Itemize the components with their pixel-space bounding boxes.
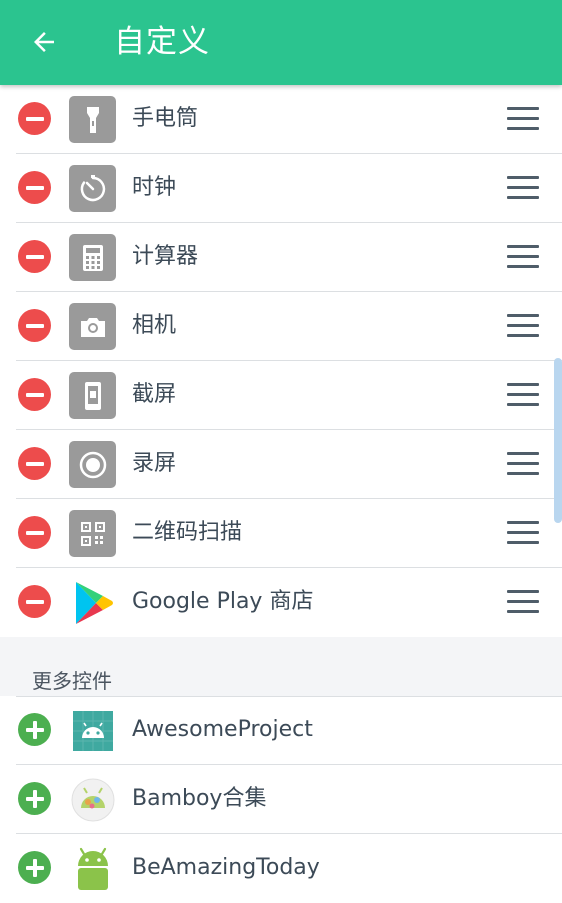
remove-button[interactable] [18, 309, 51, 342]
remove-button[interactable] [18, 447, 51, 480]
drag-handle-icon[interactable] [507, 521, 539, 545]
item-label: 截屏 [132, 382, 177, 407]
drag-handle-icon[interactable] [507, 452, 539, 476]
google-play-icon [69, 579, 116, 626]
item-label: 计算器 [132, 244, 199, 269]
item-label: 相机 [132, 313, 177, 338]
list-item: BeAmazingToday [0, 834, 562, 903]
drag-handle-icon[interactable] [507, 590, 539, 614]
camera-icon [69, 303, 116, 350]
remove-button[interactable] [18, 585, 51, 618]
remove-button[interactable] [18, 102, 51, 135]
drag-handle-icon[interactable] [507, 176, 539, 200]
list-item: 二维码扫描 [0, 499, 562, 568]
item-label: 手电筒 [132, 106, 199, 131]
list-item: 相机 [0, 292, 562, 361]
flashlight-icon [69, 96, 116, 143]
list-item: 截屏 [0, 361, 562, 430]
back-button[interactable] [24, 22, 64, 62]
android-robot-icon [69, 845, 116, 892]
android-app-icon [69, 707, 116, 754]
drag-handle-icon[interactable] [507, 107, 539, 131]
drag-handle-icon[interactable] [507, 245, 539, 269]
item-label: Google Play 商店 [132, 589, 314, 614]
remove-button[interactable] [18, 516, 51, 549]
add-button[interactable] [18, 713, 51, 746]
app-bar: 自定义 [0, 0, 562, 85]
screenshot-icon [69, 372, 116, 419]
drag-handle-icon[interactable] [507, 383, 539, 407]
list-item: 计算器 [0, 223, 562, 292]
add-button[interactable] [18, 782, 51, 815]
remove-button[interactable] [18, 240, 51, 273]
list-item: 手电筒 [0, 85, 562, 154]
item-label: 录屏 [132, 451, 177, 476]
add-button[interactable] [18, 851, 51, 884]
more-controls-list: AwesomeProject Bamboy合集 BeAmazingToday [0, 696, 562, 903]
list-item: Bamboy合集 [0, 765, 562, 834]
active-controls-list: 手电筒 时钟 计算器 相机 截屏 录屏 二维码扫描 Google Play 商店 [0, 85, 562, 637]
timer-icon [69, 165, 116, 212]
list-item: 时钟 [0, 154, 562, 223]
screen-record-icon [69, 441, 116, 488]
item-label: AwesomeProject [132, 717, 313, 742]
arrow-left-icon [34, 32, 54, 52]
page-title: 自定义 [114, 24, 210, 60]
list-item: Google Play 商店 [0, 568, 562, 637]
scrollbar[interactable] [554, 358, 562, 523]
list-item: 录屏 [0, 430, 562, 499]
qr-scan-icon [69, 510, 116, 557]
remove-button[interactable] [18, 171, 51, 204]
list-item: AwesomeProject [0, 696, 562, 765]
item-label: 二维码扫描 [132, 520, 243, 545]
remove-button[interactable] [18, 378, 51, 411]
item-label: Bamboy合集 [132, 786, 267, 811]
section-title: 更多控件 [32, 669, 112, 693]
item-label: BeAmazingToday [132, 855, 320, 880]
more-controls-header: 更多控件 [0, 637, 562, 696]
drag-handle-icon[interactable] [507, 314, 539, 338]
bamboy-app-icon [69, 776, 116, 823]
item-label: 时钟 [132, 175, 177, 200]
calculator-icon [69, 234, 116, 281]
